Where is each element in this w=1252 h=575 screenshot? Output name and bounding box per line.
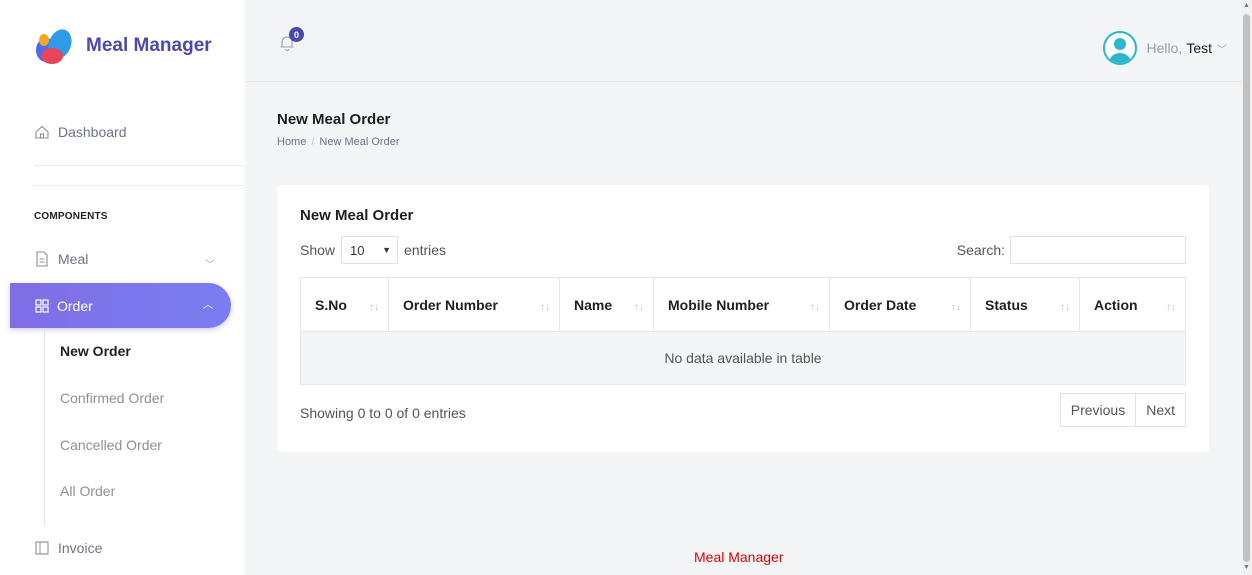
sidebar-subitem-cancelled-order[interactable]: Cancelled Order <box>60 437 162 453</box>
grid-icon <box>35 298 49 313</box>
breadcrumb-home[interactable]: Home <box>277 136 306 148</box>
entries-length: Show 10 ▼ entries <box>300 236 446 264</box>
previous-button[interactable]: Previous <box>1059 393 1137 427</box>
table-header-row: S.No ↑↓ Order Number ↑↓ Name ↑↓ Mobile Numb… <box>300 277 1186 332</box>
sort-icon: ↑↓ <box>810 302 820 313</box>
avatar <box>1102 31 1137 65</box>
section-title: COMPONENTS <box>34 211 108 222</box>
search-input[interactable] <box>1010 236 1186 264</box>
sidebar-subitem-all-order[interactable]: All Order <box>60 483 115 499</box>
sidebar-item-label: Invoice <box>58 540 103 556</box>
sidebar-item-label: Meal <box>58 251 89 267</box>
empty-table-message: No data available in table <box>300 331 1186 385</box>
column-header-mobile-number[interactable]: Mobile Number ↑↓ <box>653 277 830 332</box>
breadcrumb: Home / New Meal Order <box>277 136 399 148</box>
sidebar-item-order[interactable]: Order ︿ <box>10 283 231 328</box>
sidebar-subitem-confirmed-order[interactable]: Confirmed Order <box>60 390 164 406</box>
user-name: Test <box>1186 40 1212 56</box>
divider <box>34 185 245 186</box>
sidebar-item-meal[interactable]: Meal <box>34 251 88 267</box>
orders-card: New Meal Order Show 10 ▼ entries Search:… <box>277 185 1209 452</box>
brand-logo-icon <box>34 26 76 66</box>
orders-table: S.No ↑↓ Order Number ↑↓ Name ↑↓ Mobile Numb… <box>300 277 1186 385</box>
sort-icon: ↑↓ <box>951 302 961 313</box>
show-label: Show <box>300 242 336 258</box>
scroll-up-icon[interactable]: ▲ <box>1243 2 1250 9</box>
chevron-up-icon: ︿ <box>203 300 213 311</box>
next-button[interactable]: Next <box>1136 393 1186 427</box>
pagination: Previous Next <box>1059 393 1186 427</box>
sort-icon: ↑↓ <box>369 302 379 313</box>
home-icon <box>34 124 50 140</box>
topbar: 0 Hello, Test ﹀ <box>245 10 1241 82</box>
scrollbar-thumb[interactable] <box>1243 14 1250 562</box>
scroll-down-icon[interactable]: ▼ <box>1243 564 1250 571</box>
column-header-status[interactable]: Status ↑↓ <box>970 277 1080 332</box>
sort-icon: ↑↓ <box>1060 302 1070 313</box>
card-title: New Meal Order <box>300 207 414 224</box>
user-menu[interactable]: Hello, Test ﹀ <box>1102 31 1227 65</box>
breadcrumb-separator: / <box>311 136 315 148</box>
file-icon <box>34 251 50 267</box>
table-info: Showing 0 to 0 of 0 entries <box>300 405 466 421</box>
table-row: No data available in table <box>300 331 1186 385</box>
breadcrumb-current: New Meal Order <box>319 136 400 148</box>
entries-select[interactable]: 10 ▼ <box>341 236 399 264</box>
chevron-down-icon: ﹀ <box>1217 44 1227 56</box>
scrollbar[interactable]: ▲ ▼ <box>1241 0 1252 575</box>
submenu-line <box>44 330 45 525</box>
divider <box>34 165 245 166</box>
chevron-down-icon: ﹀ <box>205 260 215 271</box>
entries-label: entries <box>404 242 447 258</box>
sort-icon: ↑↓ <box>1166 302 1176 313</box>
sidebar-item-label: Dashboard <box>58 124 127 140</box>
notification-badge: 0 <box>289 27 304 42</box>
brand-name: Meal Manager <box>86 35 212 56</box>
entries-value: 10 <box>350 242 365 258</box>
greeting: Hello, <box>1146 40 1183 56</box>
column-header-sno[interactable]: S.No ↑↓ <box>300 277 389 332</box>
columns-icon <box>34 540 50 556</box>
chevron-down-icon: ▼ <box>382 245 392 255</box>
sidebar-subitem-new-order[interactable]: New Order <box>60 343 131 359</box>
search-label: Search: <box>956 242 1005 258</box>
brand[interactable]: Meal Manager <box>34 26 212 66</box>
sidebar-item-label: Order <box>57 297 93 314</box>
sort-icon: ↑↓ <box>540 302 550 313</box>
sidebar: Meal Manager Dashboard COMPONENTS Meal ﹀… <box>0 0 245 575</box>
column-header-name[interactable]: Name ↑↓ <box>559 277 654 332</box>
column-header-order-number[interactable]: Order Number ↑↓ <box>388 277 560 332</box>
page-title: New Meal Order <box>277 111 391 128</box>
footer-text: Meal Manager <box>694 549 784 565</box>
sidebar-item-dashboard[interactable]: Dashboard <box>34 124 127 140</box>
column-header-order-date[interactable]: Order Date ↑↓ <box>829 277 971 332</box>
search-box: Search: <box>957 236 1186 264</box>
sidebar-item-invoice[interactable]: Invoice <box>34 540 102 556</box>
column-header-action[interactable]: Action ↑↓ <box>1079 277 1186 332</box>
sort-icon: ↑↓ <box>634 302 644 313</box>
